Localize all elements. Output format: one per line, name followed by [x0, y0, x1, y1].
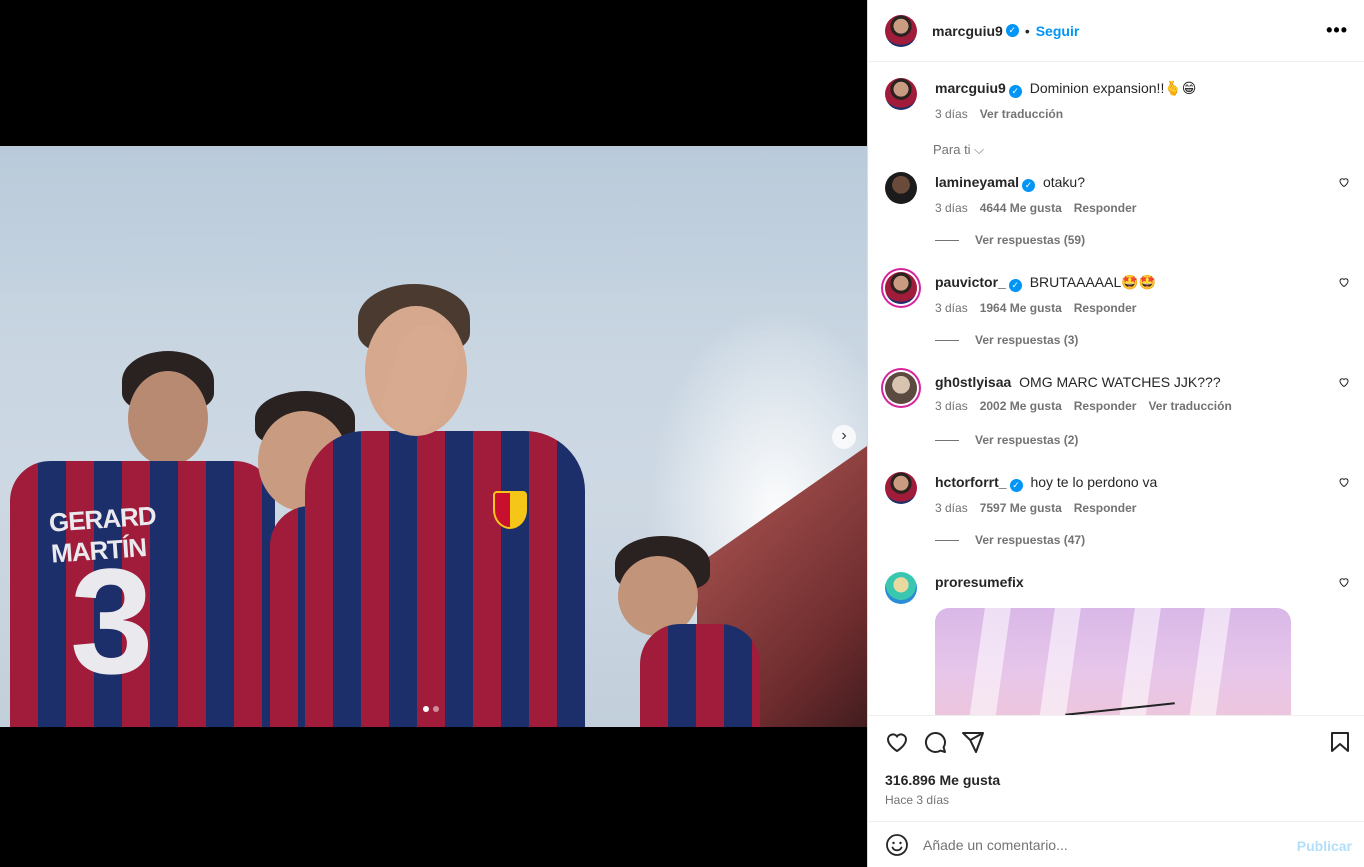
- add-comment-bar: Publicar: [868, 821, 1364, 867]
- comment-sort-dropdown[interactable]: Para ti ⌵: [933, 142, 984, 158]
- comment-item: lamineyamal ✓ otaku? 3 días 4644 Me gusta…: [885, 172, 1350, 262]
- author-avatar[interactable]: [885, 14, 917, 47]
- club-crest: [493, 491, 527, 529]
- post-media: GERARD MARTÍN 3 ›: [0, 0, 867, 867]
- commenter-avatar[interactable]: [885, 472, 917, 504]
- carousel-dot: [433, 706, 439, 712]
- post-photo: GERARD MARTÍN 3: [0, 146, 867, 727]
- commenter-avatar[interactable]: [885, 272, 917, 304]
- comment-likes[interactable]: 4644 Me gusta: [980, 201, 1062, 215]
- commenter-avatar[interactable]: [885, 572, 917, 604]
- comment-time[interactable]: 3 días: [935, 399, 968, 413]
- chevron-right-icon: ›: [841, 427, 847, 444]
- view-replies-button[interactable]: Ver respuestas (2): [935, 433, 1078, 447]
- comment-text: otaku?: [1042, 174, 1085, 190]
- verified-badge-icon: ✓: [1009, 479, 1023, 492]
- emoji-picker-icon[interactable]: [885, 833, 909, 857]
- comment-gif-image: [935, 608, 1291, 715]
- view-replies-button[interactable]: Ver respuestas (47): [935, 533, 1085, 547]
- comment-username[interactable]: gh0stlyisaa: [935, 374, 1011, 390]
- comment-username[interactable]: pauvictor_: [935, 274, 1006, 290]
- follow-button[interactable]: Seguir: [1036, 23, 1080, 39]
- comment-text: BRUTAAAAAL🤩🤩: [1029, 274, 1157, 290]
- reply-button[interactable]: Responder: [1074, 399, 1137, 413]
- comment-bubble-icon[interactable]: [923, 730, 947, 754]
- comment-time[interactable]: 3 días: [935, 201, 968, 215]
- comment-item: pauvictor_ ✓ BRUTAAAAAL🤩🤩 3 días 1964 Me …: [885, 272, 1350, 362]
- comment-username[interactable]: proresumefix: [935, 574, 1024, 590]
- like-comment-heart-icon[interactable]: [1338, 476, 1350, 488]
- carousel-dot: [423, 706, 429, 712]
- translate-link[interactable]: Ver traducción: [1148, 399, 1231, 413]
- comment-likes[interactable]: 1964 Me gusta: [980, 301, 1062, 315]
- comment-item: hctorforrt_ ✓ hoy te lo perdono va 3 días…: [885, 472, 1350, 562]
- reply-button[interactable]: Responder: [1074, 201, 1137, 215]
- like-heart-icon[interactable]: [885, 730, 909, 754]
- like-comment-heart-icon[interactable]: [1338, 576, 1350, 588]
- caption-username[interactable]: marcguiu9: [935, 80, 1006, 96]
- view-replies-button[interactable]: Ver respuestas (3): [935, 333, 1078, 347]
- caption-translate-link[interactable]: Ver traducción: [980, 107, 1063, 121]
- post-actions: 316.896 Me gusta Hace 3 días: [868, 715, 1364, 821]
- caption-time[interactable]: 3 días: [935, 107, 968, 121]
- verified-badge-icon: ✓: [1022, 179, 1036, 192]
- carousel-next-button[interactable]: ›: [832, 425, 856, 449]
- caption: marcguiu9 ✓ Dominion expansion!!🫰😁 3 días…: [885, 78, 1350, 128]
- carousel-indicator: [423, 706, 439, 712]
- comment-text: hoy te lo perdono va: [1030, 474, 1158, 490]
- comment-time[interactable]: 3 días: [935, 301, 968, 315]
- comment-text: OMG MARC WATCHES JJK???: [1019, 374, 1221, 390]
- comment-likes[interactable]: 7597 Me gusta: [980, 501, 1062, 515]
- like-comment-heart-icon[interactable]: [1338, 376, 1350, 388]
- more-options-icon[interactable]: •••: [1326, 20, 1348, 41]
- post-header: marcguiu9 ✓ • Seguir •••: [868, 0, 1364, 62]
- like-comment-heart-icon[interactable]: [1338, 176, 1350, 188]
- commenter-avatar[interactable]: [885, 172, 917, 204]
- reply-button[interactable]: Responder: [1074, 501, 1137, 515]
- verified-badge-icon: ✓: [1008, 279, 1022, 292]
- comment-item: gh0stlyisaa OMG MARC WATCHES JJK??? 3 dí…: [885, 372, 1350, 462]
- commenter-avatar[interactable]: [885, 372, 917, 404]
- verified-badge-icon: ✓: [1005, 24, 1019, 37]
- separator: •: [1024, 22, 1030, 39]
- save-bookmark-icon[interactable]: [1328, 730, 1352, 754]
- view-replies-button[interactable]: Ver respuestas (59): [935, 233, 1085, 247]
- publish-button[interactable]: Publicar: [1297, 838, 1352, 854]
- comment-username[interactable]: hctorforrt_: [935, 474, 1007, 490]
- comment-username[interactable]: lamineyamal: [935, 174, 1019, 190]
- comment-input[interactable]: [923, 836, 1283, 853]
- comment-likes[interactable]: 2002 Me gusta: [980, 399, 1062, 413]
- verified-badge-icon: ✓: [1008, 85, 1022, 98]
- comment-time[interactable]: 3 días: [935, 501, 968, 515]
- author-username[interactable]: marcguiu9: [932, 23, 1003, 39]
- caption-text: Dominion expansion!!🫰😁: [1029, 80, 1197, 96]
- author-avatar[interactable]: [885, 78, 917, 110]
- like-comment-heart-icon[interactable]: [1338, 276, 1350, 288]
- comment-item: proresumefix: [885, 572, 1350, 715]
- reply-button[interactable]: Responder: [1074, 301, 1137, 315]
- instagram-post-modal: GERARD MARTÍN 3 › marcguiu9 ✓ • Seguir •…: [0, 0, 1364, 867]
- comments-scroll[interactable]: marcguiu9 ✓ Dominion expansion!!🫰😁 3 días…: [868, 62, 1364, 715]
- share-send-icon[interactable]: [961, 730, 985, 754]
- post-timestamp: Hace 3 días: [885, 793, 950, 807]
- post-sidebar: marcguiu9 ✓ • Seguir ••• marcguiu9 ✓ Domi…: [867, 0, 1364, 867]
- like-count[interactable]: 316.896 Me gusta: [885, 772, 1000, 788]
